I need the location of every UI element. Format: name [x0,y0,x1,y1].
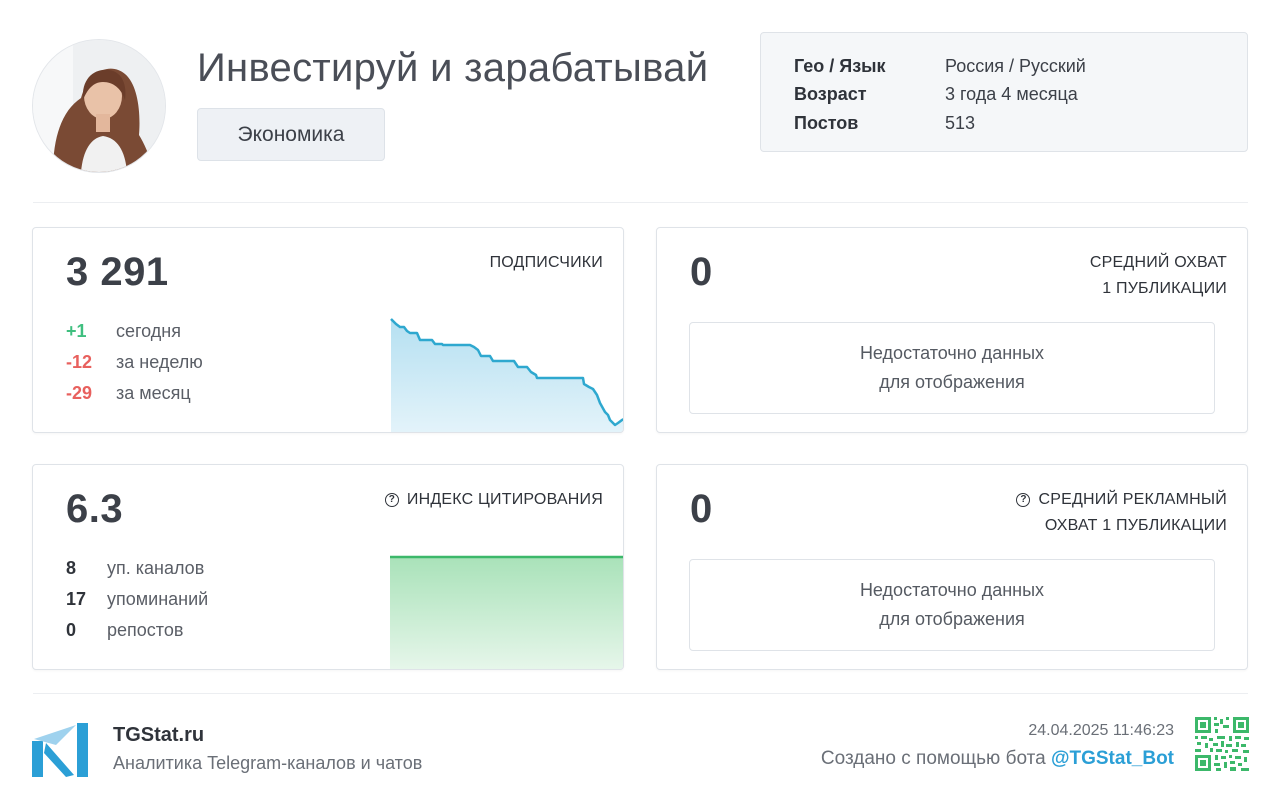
stat-month: -29 за месяц [66,378,203,409]
stat-label: репостов [107,620,184,640]
citation-stats: 8 уп. каналов 17 упоминаний 0 репостов [66,553,208,646]
created-with-bot: Создано с помощью бота @TGStat_Bot [821,748,1174,770]
stat-week: -12 за неделю [66,347,203,378]
subscribers-label: ПОДПИСЧИКИ [490,250,603,276]
info-row-age: Возраст 3 года 4 месяца [794,81,1247,110]
citation-label-text: ИНДЕКС ЦИТИРОВАНИЯ [406,491,603,508]
footer-tagline: Аналитика Telegram-каналов и чатов [113,753,423,773]
channel-info-box: Гео / Язык Россия / Русский Возраст 3 го… [760,32,1248,152]
stat-channels: 8 уп. каналов [66,553,208,584]
citation-card: 6.3 ? ИНДЕКС ЦИТИРОВАНИЯ 8 уп. каналов 1… [32,464,624,670]
stat-label: упоминаний [107,589,209,609]
info-key: Гео / Язык [794,55,886,76]
subscribers-sparkline [390,317,623,432]
avg-reach-label: СРЕДНИЙ ОХВАТ 1 ПУБЛИКАЦИИ [1090,250,1227,302]
stat-label: за неделю [116,352,203,372]
citation-area [390,557,623,669]
citation-sparkline [390,555,623,669]
avg-reach-label-line2: 1 ПУБЛИКАЦИИ [1102,280,1227,297]
stat-delta: +1 [66,321,87,341]
avg-reach-card: 0 СРЕДНИЙ ОХВАТ 1 ПУБЛИКАЦИИ Недостаточн… [656,227,1248,433]
subscribers-label-text: ПОДПИСЧИКИ [489,254,603,271]
question-circle-icon[interactable]: ? [1016,493,1031,507]
stat-delta: -12 [66,352,93,372]
stat-mentions: 17 упоминаний [66,584,208,615]
bot-link[interactable]: @TGStat_Bot [1051,748,1174,769]
ad-reach-label-line1: СРЕДНИЙ РЕКЛАМНЫЙ [1038,491,1227,508]
subscribers-area [391,319,623,432]
info-value: 3 года 4 месяца [945,84,1078,105]
avg-reach-value: 0 [690,250,713,294]
stat-delta: -29 [66,383,93,403]
stat-reposts: 0 репостов [66,615,208,646]
footer-divider [33,693,1248,694]
subscribers-card: 3 291 ПОДПИСЧИКИ +1 сегодня -12 за недел… [32,227,624,433]
subscribers-stats: +1 сегодня -12 за неделю -29 за месяц [66,316,203,409]
header-divider [33,202,1248,203]
info-row-posts: Постов 513 [794,109,1247,138]
question-circle-icon[interactable]: ? [384,493,399,507]
ad-reach-label-line2: ОХВАТ 1 ПУБЛИКАЦИИ [1044,517,1227,534]
info-key: Постов [794,112,859,133]
info-value: 513 [945,112,976,133]
subscribers-count: 3 291 [66,250,169,294]
report-timestamp: 24.04.2025 11:46:23 [1028,722,1174,739]
avg-reach-nodata: Недостаточно данных для отображения [689,322,1215,414]
citation-label: ? ИНДЕКС ЦИТИРОВАНИЯ [384,487,603,513]
citation-index-value: 6.3 [66,487,124,531]
nodata-line1: Недостаточно данных [859,343,1045,363]
nodata-line2: для отображения [879,372,1025,392]
info-key: Возраст [794,84,867,105]
stat-num: 0 [66,620,77,640]
created-prefix: Создано с помощью бота [820,748,1051,769]
info-value: Россия / Русский [945,55,1086,76]
tgstat-logo-icon[interactable] [32,723,88,777]
stat-label: за месяц [116,383,191,403]
category-badge[interactable]: Экономика [197,108,385,161]
stat-num: 8 [66,558,77,578]
info-row-geo: Гео / Язык Россия / Русский [794,52,1247,81]
ad-reach-value: 0 [690,487,713,531]
ad-reach-card: 0 ? СРЕДНИЙ РЕКЛАМНЫЙ ОХВАТ 1 ПУБЛИКАЦИИ… [656,464,1248,670]
nodata-line2: для отображения [879,609,1025,629]
footer-brand[interactable]: TGStat.ru [113,724,204,747]
nodata-line1: Недостаточно данных [859,580,1045,600]
channel-title: Инвестируй и зарабатывай [197,46,709,90]
stat-label: уп. каналов [107,558,205,578]
ad-reach-nodata: Недостаточно данных для отображения [689,559,1215,651]
stat-num: 17 [66,589,87,609]
channel-avatar [33,40,165,172]
ad-reach-label: ? СРЕДНИЙ РЕКЛАМНЫЙ ОХВАТ 1 ПУБЛИКАЦИИ [1016,487,1227,539]
stat-today: +1 сегодня [66,316,203,347]
stat-label: сегодня [116,321,181,341]
qr-code-icon [1195,717,1249,771]
avg-reach-label-line1: СРЕДНИЙ ОХВАТ [1089,254,1227,271]
